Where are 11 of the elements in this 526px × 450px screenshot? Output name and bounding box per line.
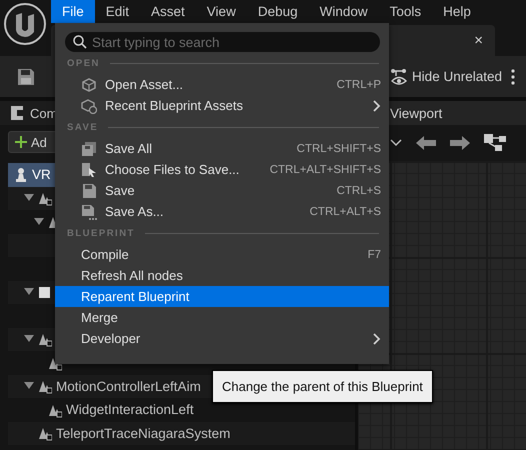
tree-label: VR — [32, 167, 51, 182]
tree-label: TeleportTraceNiagaraSystem — [56, 426, 230, 441]
tooltip: Change the parent of this Blueprint — [212, 370, 433, 403]
shortcut-text: CTRL+ALT+S — [310, 206, 381, 218]
shortcut-text: F7 — [368, 248, 381, 260]
shortcut-text: CTRL+P — [336, 78, 381, 90]
shortcut-text: CTRL+SHIFT+S — [296, 142, 381, 154]
shortcut-text: CTRL+ALT+SHIFT+S — [270, 164, 381, 176]
tree-label: MotionControllerLeftAim — [56, 378, 201, 394]
shortcut-text: CTRL+S — [336, 184, 381, 196]
tree-label: WidgetInteractionLeft — [66, 402, 194, 418]
